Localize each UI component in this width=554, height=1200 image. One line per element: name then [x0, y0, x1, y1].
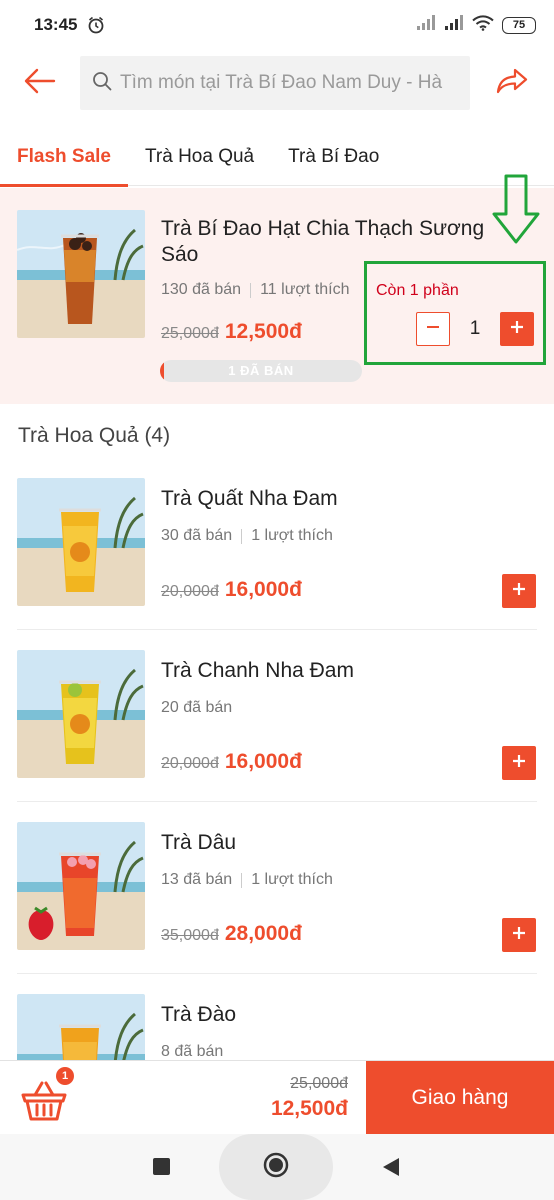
- like-count: 1 lượt thích: [251, 871, 333, 888]
- like-count: 1 lượt thích: [251, 527, 333, 544]
- nav-home-button[interactable]: [219, 1134, 333, 1200]
- old-price: 20,000đ: [161, 583, 219, 600]
- product-meta: 20 đã bán: [161, 699, 232, 717]
- product-price: 20,000đ 16,000đ: [161, 578, 302, 602]
- plus-icon: [511, 581, 527, 602]
- add-to-cart-button[interactable]: [502, 746, 536, 780]
- flash-item-meta: 130 đã bán 11 lượt thích: [161, 281, 349, 299]
- product-name: Trà Dâu: [161, 831, 237, 854]
- cart-total-old: 25,000đ: [290, 1075, 348, 1092]
- cart-count-badge: 1: [56, 1067, 74, 1085]
- list-item[interactable]: Trà Đào 8 đã bán: [0, 974, 554, 1060]
- sale-price: 12,500đ: [224, 320, 302, 343]
- product-image: [17, 994, 145, 1060]
- add-to-cart-button[interactable]: [502, 574, 536, 608]
- signal-icon: [444, 15, 464, 35]
- product-image: [17, 822, 145, 950]
- cart-icon: [20, 1081, 68, 1127]
- plus-icon: [511, 753, 527, 774]
- signal-icon: [416, 15, 436, 35]
- sale-price: 28,000đ: [224, 922, 302, 945]
- sale-price: 16,000đ: [224, 578, 302, 601]
- cart-bar: 1 25,000đ 12,500đ Giao hàng: [0, 1060, 554, 1135]
- product-image: [17, 210, 145, 338]
- product-meta: 30 đã bán 1 lượt thích: [161, 527, 333, 545]
- share-icon: [496, 68, 528, 99]
- sold-count: 130 đã bán: [161, 281, 242, 298]
- search-icon: [92, 71, 112, 96]
- product-image: [17, 650, 145, 778]
- product-name: Trà Đào: [161, 1003, 237, 1026]
- product-price: 20,000đ 16,000đ: [161, 750, 302, 774]
- sold-count: 13 đã bán: [161, 871, 233, 888]
- meta-separator: [250, 282, 252, 298]
- system-nav-bar: [0, 1134, 554, 1200]
- nav-home-icon: [262, 1151, 290, 1184]
- sold-count: 20 đã bán: [161, 699, 233, 716]
- alarm-icon: [87, 16, 105, 34]
- back-button[interactable]: [0, 56, 80, 110]
- sold-progress-label: 1 ĐÃ BÁN: [228, 363, 294, 378]
- nav-recents-icon[interactable]: [153, 1158, 170, 1175]
- status-bar: 13:45 75: [0, 0, 554, 50]
- sold-count: 30 đã bán: [161, 527, 233, 544]
- meta-separator: [241, 528, 243, 544]
- product-meta: 8 đã bán: [161, 1043, 223, 1060]
- annotation-down-arrow-icon: [492, 174, 540, 249]
- battery-icon: 75: [502, 16, 536, 34]
- tab-tra-bi-dao[interactable]: Trà Bí Đao: [271, 132, 396, 186]
- like-count: 11 lượt thích: [260, 281, 350, 298]
- sold-progress-bar: 1 ĐÃ BÁN: [160, 360, 362, 382]
- tab-tra-hoa-qua[interactable]: Trà Hoa Quả: [128, 132, 271, 186]
- cart-total: 12,500đ: [270, 1097, 348, 1120]
- section-title: Trà Hoa Quả (4): [18, 424, 171, 447]
- tab-flash-sale[interactable]: Flash Sale: [0, 132, 128, 187]
- annotation-highlight-box: [364, 261, 546, 365]
- header: Tìm món tại Trà Bí Đao Nam Duy - Hà: [0, 56, 554, 110]
- product-meta: 13 đã bán 1 lượt thích: [161, 871, 333, 889]
- nav-back-icon[interactable]: [382, 1157, 400, 1182]
- product-name: Trà Quất Nha Đam: [161, 487, 338, 510]
- status-time: 13:45: [34, 15, 78, 34]
- product-name: Trà Chanh Nha Đam: [161, 659, 354, 682]
- old-price: 25,000đ: [161, 325, 219, 342]
- sold-count: 8 đã bán: [161, 1043, 224, 1060]
- product-image: [17, 478, 145, 606]
- flash-sale-item[interactable]: Trà Bí Đao Hạt Chia Thạch Sương Sáo 130 …: [0, 174, 554, 404]
- old-price: 20,000đ: [161, 755, 219, 772]
- checkout-button[interactable]: Giao hàng: [366, 1061, 554, 1135]
- wifi-icon: [472, 14, 494, 36]
- list-item[interactable]: Trà Dâu 13 đã bán 1 lượt thích 35,000đ 2…: [0, 802, 554, 974]
- list-item[interactable]: Trà Quất Nha Đam 30 đã bán 1 lượt thích …: [0, 458, 554, 630]
- search-placeholder: Tìm món tại Trà Bí Đao Nam Duy - Hà: [120, 72, 443, 93]
- back-arrow-icon: [24, 68, 56, 99]
- product-price: 35,000đ 28,000đ: [161, 922, 302, 946]
- list-item[interactable]: Trà Chanh Nha Đam 20 đã bán 20,000đ 16,0…: [0, 630, 554, 802]
- old-price: 35,000đ: [161, 927, 219, 944]
- plus-icon: [511, 925, 527, 946]
- category-tabs: Flash Sale Trà Hoa Quả Trà Bí Đao: [0, 132, 554, 187]
- search-input[interactable]: Tìm món tại Trà Bí Đao Nam Duy - Hà: [80, 56, 470, 110]
- flash-price: 25,000đ 12,500đ: [161, 320, 302, 344]
- add-to-cart-button[interactable]: [502, 918, 536, 952]
- meta-separator: [241, 872, 243, 888]
- share-button[interactable]: [470, 56, 554, 110]
- sale-price: 16,000đ: [224, 750, 302, 773]
